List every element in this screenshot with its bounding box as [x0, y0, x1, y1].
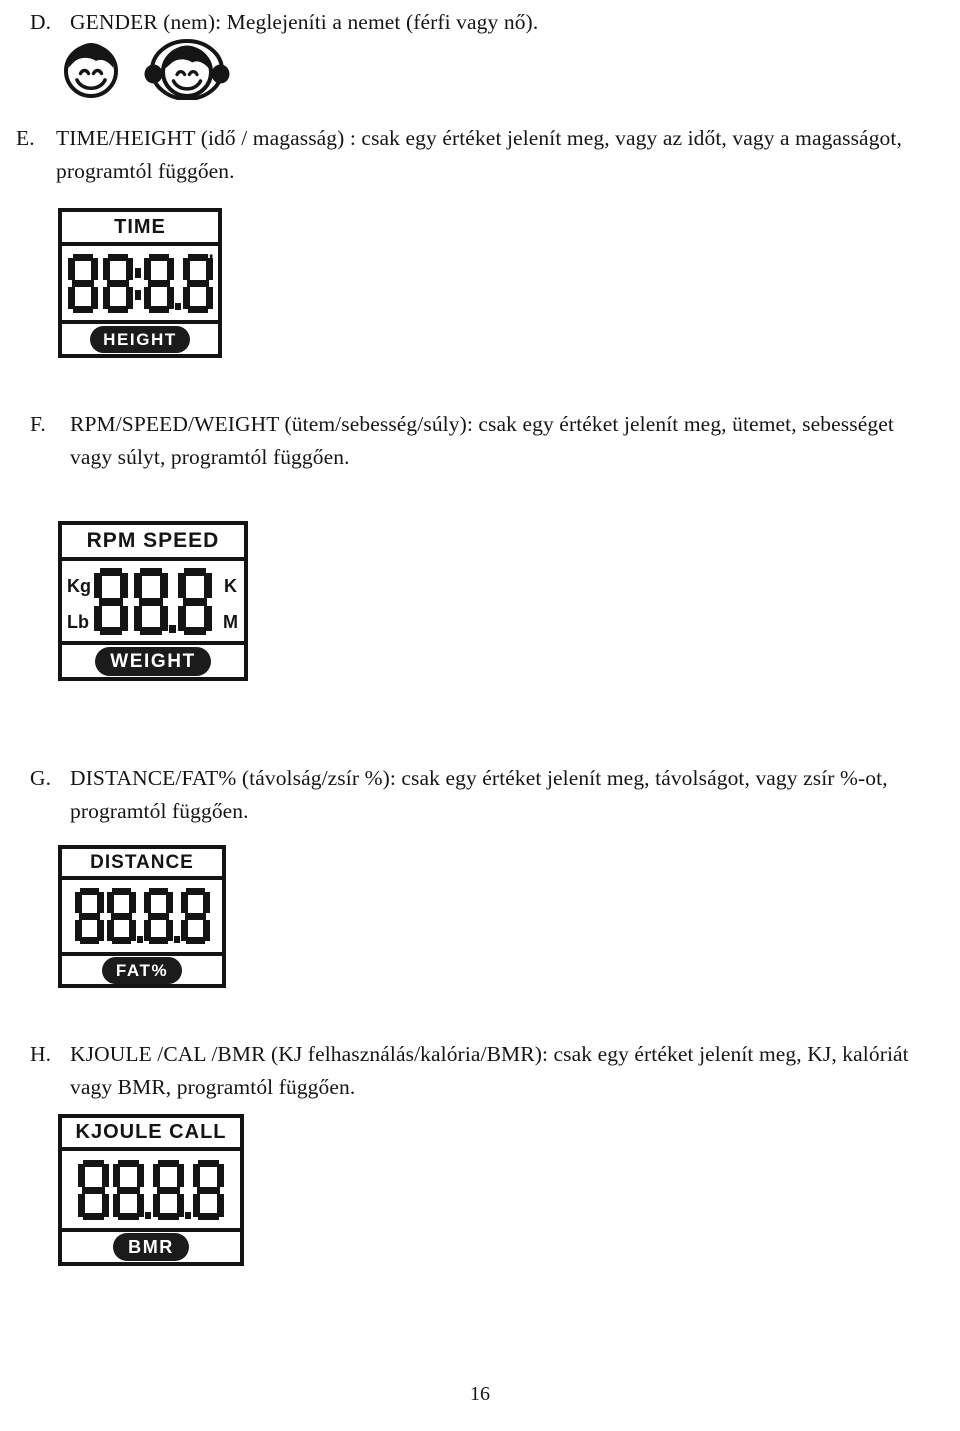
lcd-bottom-label-text: FAT% [101, 956, 183, 984]
seven-segment-digit [180, 888, 210, 944]
lcd-top-label-kjoule-call: KJOULE CALL [62, 1118, 240, 1151]
unit-label-kg: Kg [67, 576, 91, 596]
lcd-top-label-rpm-speed: RPM SPEED [62, 525, 244, 561]
lcd-digits-kjoule [62, 1151, 240, 1228]
lcd-top-label-text: RPM SPEED [86, 529, 220, 552]
seven-segment-digits [62, 561, 244, 641]
decimal-point [144, 1160, 153, 1220]
section-d-letter: D. [30, 10, 52, 34]
seven-segment-digit [134, 568, 168, 635]
lcd-bottom-label-text: WEIGHT [95, 646, 211, 676]
section-g-text: DISTANCE/FAT% (távolság/zsír %): csak eg… [70, 766, 888, 823]
seven-segment-digit [143, 254, 174, 313]
lcd-digits-time: " [62, 246, 218, 320]
page-number: 16 [470, 1383, 490, 1405]
seven-segment-digit [106, 888, 136, 944]
lcd-display-kjoule-cal-bmr: KJOULE CALL BMR [58, 1114, 244, 1266]
unit-label-lb: Lb [67, 612, 89, 632]
lcd-bottom-label-text: HEIGHT [90, 325, 190, 353]
section-f-paragraph: F. RPM/SPEED/WEIGHT (ütem/sebesség/súly)… [30, 408, 940, 474]
lcd-digits-weight: Kg Lb K M [62, 561, 244, 641]
female-smiley-face-icon [142, 38, 232, 105]
seven-segment-digit [178, 568, 212, 635]
seven-segment-digits [62, 246, 218, 320]
section-d-paragraph: D. GENDER (nem): Meglejeníti a nemet (fé… [30, 6, 930, 39]
lcd-top-label-distance: DISTANCE [62, 849, 222, 880]
lcd-bottom-label-fat: FAT% [62, 952, 222, 984]
section-g-letter: G. [30, 766, 52, 790]
seven-segment-digit [67, 254, 98, 313]
lcd-display-rpm-speed-weight: RPM SPEED Kg Lb K M WEIGHT [58, 521, 248, 681]
section-g-paragraph: G. DISTANCE/FAT% (távolság/zsír %): csak… [30, 762, 940, 828]
seven-segment-digit [113, 1159, 144, 1220]
male-smiley-face-icon [60, 38, 122, 105]
section-f-letter: F. [30, 412, 46, 436]
seven-segment-digit [94, 568, 128, 635]
lcd-display-distance-fat: DISTANCE FAT% [58, 845, 226, 988]
decimal-point [174, 254, 183, 312]
unit-label-m: M [223, 612, 238, 632]
document-page: D. GENDER (nem): Meglejeníti a nemet (fé… [0, 0, 960, 1431]
section-e-text: TIME/HEIGHT (idő / magasság) : csak egy … [56, 126, 902, 183]
lcd-bottom-label-weight: WEIGHT [62, 641, 244, 677]
lcd-bottom-label-height: HEIGHT [62, 320, 218, 354]
seven-segment-digit [78, 1159, 109, 1220]
seven-segment-digit [102, 254, 133, 313]
section-h-paragraph: H. KJOULE /CAL /BMR (KJ felhasználás/kal… [30, 1038, 948, 1104]
inch-mark-icon: " [204, 251, 214, 274]
seven-segment-digits [62, 1151, 240, 1228]
unit-label-k: K [224, 576, 237, 596]
section-d-text: GENDER (nem): Meglejeníti a nemet (férfi… [70, 10, 539, 34]
seven-segment-digit [193, 1159, 224, 1220]
colon-separator [133, 254, 144, 312]
decimal-point [168, 568, 178, 634]
section-h-letter: H. [30, 1042, 52, 1066]
section-h-text: KJOULE /CAL /BMR (KJ felhasználás/kalóri… [70, 1042, 909, 1099]
section-e-letter: E. [16, 126, 35, 150]
seven-segment-digits [62, 880, 222, 952]
seven-segment-digit [143, 888, 173, 944]
section-e-paragraph: E. TIME/HEIGHT (idő / magasság) : csak e… [16, 122, 926, 188]
decimal-point [173, 888, 181, 944]
lcd-top-label-text: KJOULE CALL [75, 1121, 227, 1143]
lcd-top-label-time: TIME [62, 212, 218, 246]
lcd-bottom-label-text: BMR [113, 1233, 189, 1261]
decimal-point [184, 1160, 193, 1220]
lcd-bottom-label-bmr: BMR [62, 1228, 240, 1262]
lcd-display-time-height: TIME " HEIGHT [58, 208, 222, 358]
seven-segment-digit [153, 1159, 184, 1220]
section-f-text: RPM/SPEED/WEIGHT (ütem/sebesség/súly): c… [70, 412, 894, 469]
decimal-point [136, 888, 144, 944]
gender-icons-group [56, 38, 256, 101]
seven-segment-digit [74, 888, 104, 944]
lcd-top-label-text: TIME [114, 215, 166, 238]
lcd-top-label-text: DISTANCE [90, 851, 194, 873]
lcd-digits-distance [62, 880, 222, 952]
